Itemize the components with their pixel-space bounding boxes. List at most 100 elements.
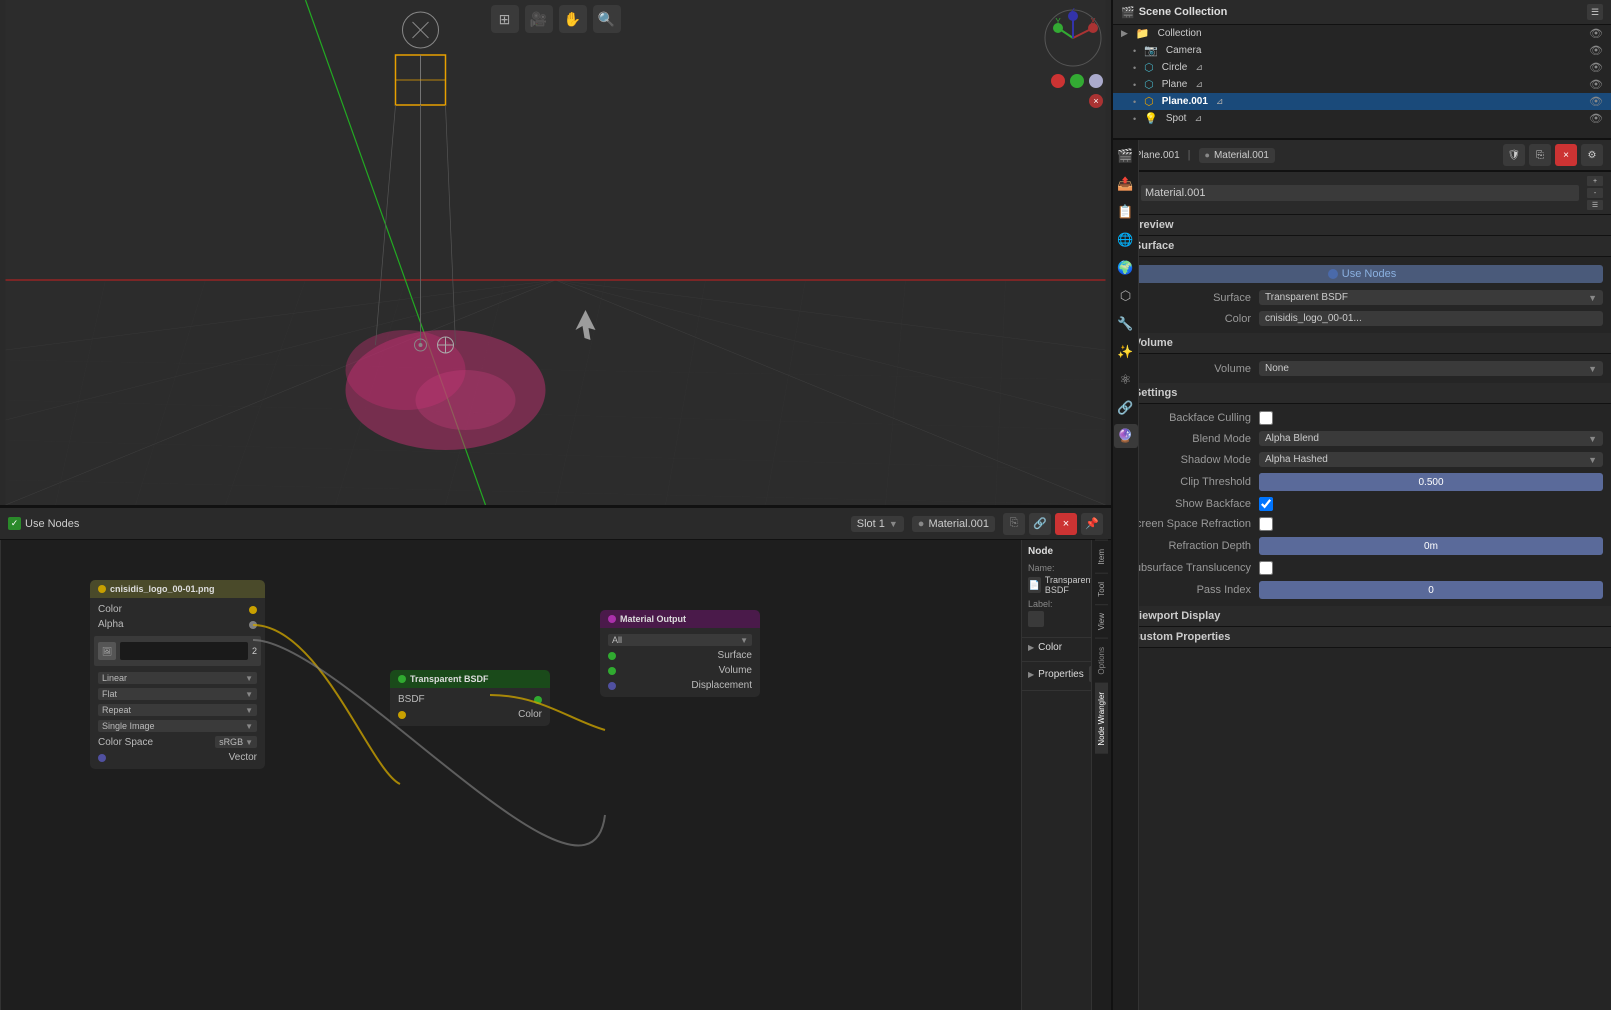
delete-mat-icon[interactable]: × [1555, 144, 1577, 166]
custom-properties-section-title[interactable]: ▶ Custom Properties [1113, 627, 1611, 648]
material-selector[interactable]: ● Material.001 [912, 516, 995, 532]
circle-eye-icon[interactable]: 👁 [1589, 61, 1603, 74]
modifier-icon[interactable]: 🔧 [1114, 312, 1138, 336]
use-nodes-checkbox[interactable]: ✓ [8, 517, 21, 530]
object-props-icon[interactable]: ⬡ [1114, 284, 1138, 308]
pass-index-slider[interactable]: 0 [1259, 581, 1603, 599]
copy-mat-icon[interactable]: ⎘ [1529, 144, 1551, 166]
material-props-icon[interactable]: 🔮 [1114, 424, 1138, 448]
use-nodes-label: Use Nodes [25, 518, 79, 530]
hand-icon[interactable]: ✋ [559, 5, 587, 33]
view-layer-icon[interactable]: 📋 [1114, 200, 1138, 224]
settings-section-title[interactable]: ▼ Settings [1113, 383, 1611, 404]
extension-label: Repeat [102, 705, 131, 715]
material-name-input[interactable] [1141, 185, 1579, 201]
axis-widget[interactable]: X Y Z [1043, 8, 1103, 68]
refraction-depth-label: Refraction Depth [1121, 540, 1251, 552]
collection-item-camera[interactable]: • 📷 Camera 👁 [1113, 42, 1611, 59]
list-expand-icon[interactable]: ☰ [1587, 200, 1603, 210]
backface-checkbox[interactable] [1259, 411, 1273, 425]
subsurface-checkbox[interactable] [1259, 561, 1273, 575]
clip-threshold-slider[interactable]: 0.500 [1259, 473, 1603, 491]
collection-item-plane[interactable]: • ⬡ Plane ⊿ 👁 [1113, 76, 1611, 93]
particles-icon[interactable]: ✨ [1114, 340, 1138, 364]
source-dropdown[interactable]: Single Image ▼ [98, 720, 257, 732]
colorspace-dropdown[interactable]: sRGB ▼ [215, 736, 257, 748]
world-icon[interactable]: 🌍 [1114, 256, 1138, 280]
color-arrow: ▶ [1028, 643, 1034, 652]
shield-icon[interactable]: 🛡 [1503, 144, 1525, 166]
slot-selector[interactable]: Slot 1 ▼ [851, 516, 904, 532]
surface-section-title[interactable]: ▼ Surface [1113, 236, 1611, 257]
surface-value-text: Transparent BSDF [1265, 292, 1348, 303]
surface-prop-value[interactable]: Transparent BSDF ▼ [1259, 290, 1603, 305]
use-nodes-button[interactable]: Use Nodes [1121, 265, 1603, 283]
close-btn[interactable]: × [1089, 94, 1103, 108]
clip-threshold-row: Clip Threshold 0.500 [1113, 470, 1611, 494]
render-icon[interactable]: 🎬 [1114, 144, 1138, 168]
scene-props-icon[interactable]: 🌐 [1114, 228, 1138, 252]
use-nodes-toggle[interactable]: ✓ Use Nodes [8, 517, 79, 530]
pin-icon[interactable]: 📌 [1081, 513, 1103, 535]
nav-dot-blue[interactable] [1089, 74, 1103, 88]
projection-dropdown[interactable]: Flat ▼ [98, 688, 257, 700]
filter-icon[interactable]: ☰ [1587, 4, 1603, 20]
show-backface-checkbox[interactable] [1259, 497, 1273, 511]
collection-eye-icon[interactable]: 👁 [1589, 27, 1603, 40]
output-volume-socket [608, 667, 616, 675]
camera-icon[interactable]: 🎥 [525, 5, 553, 33]
viewport-display-section-title[interactable]: ▶ Viewport Display [1113, 606, 1611, 627]
blend-mode-value[interactable]: Alpha Blend ▼ [1259, 431, 1603, 446]
backface-row: Backface Culling [1113, 408, 1611, 428]
color-value-text: cnisidis_logo_00-01... [1265, 313, 1362, 324]
copy-icon[interactable]: ⎘ [1003, 513, 1025, 535]
item-tab[interactable]: Item [1095, 540, 1108, 573]
physics-icon[interactable]: ⚛ [1114, 368, 1138, 392]
svg-text:Y: Y [1055, 17, 1061, 26]
collection-item-collection[interactable]: ▶ 📁 Collection 👁 [1113, 25, 1611, 42]
ssr-checkbox[interactable] [1259, 517, 1273, 531]
output-all-dropdown[interactable]: All ▼ [608, 634, 752, 646]
delete-icon[interactable]: × [1055, 513, 1077, 535]
volume-section-title[interactable]: ▼ Volume [1113, 333, 1611, 354]
shadow-mode-value[interactable]: Alpha Hashed ▼ [1259, 452, 1603, 467]
material-tab[interactable]: ● Material.001 [1199, 148, 1275, 163]
texture-node-dot [98, 585, 106, 593]
props-header-actions: 🛡 ⎘ × ⚙ [1503, 144, 1603, 166]
extension-dropdown[interactable]: Repeat ▼ [98, 704, 257, 716]
spot-eye-icon[interactable]: 👁 [1589, 112, 1603, 125]
plane-bullet: • [1133, 80, 1136, 90]
vector-socket [98, 754, 106, 762]
collection-item-circle[interactable]: • ⬡ Circle ⊿ 👁 [1113, 59, 1611, 76]
search-icon[interactable]: 🔍 [593, 5, 621, 33]
plane001-eye-icon[interactable]: 👁 [1589, 95, 1603, 108]
node-wrangler-tab[interactable]: Node Wrangler [1095, 683, 1108, 754]
tool-tab[interactable]: Tool [1095, 573, 1108, 605]
camera-eye-icon[interactable]: 👁 [1589, 44, 1603, 57]
plane-name: Plane [1162, 79, 1188, 90]
list-up-arrow[interactable]: + [1587, 176, 1603, 186]
volume-prop-value[interactable]: None ▼ [1259, 361, 1603, 376]
nav-dot-red[interactable] [1051, 74, 1065, 88]
collection-item-spot[interactable]: • 💡 Spot ⊿ 👁 [1113, 110, 1611, 127]
settings-mat-icon[interactable]: ⚙ [1581, 144, 1603, 166]
image-name-field[interactable] [120, 642, 248, 660]
list-down-arrow[interactable]: - [1587, 188, 1603, 198]
plane-eye-icon[interactable]: 👁 [1589, 78, 1603, 91]
volume-prop-label: Volume [1121, 363, 1251, 375]
bsdf-body: BSDF Color [390, 688, 550, 726]
grid-icon[interactable]: ⊞ [491, 5, 519, 33]
refraction-depth-slider[interactable]: 0m [1259, 537, 1603, 555]
output-props-icon[interactable]: 📤 [1114, 172, 1138, 196]
view-tab[interactable]: View [1095, 604, 1108, 638]
collection-item-plane001[interactable]: • ⬡ Plane.001 ⊿ 👁 [1113, 93, 1611, 110]
preview-section-title[interactable]: ▶ Preview [1113, 215, 1611, 236]
pass-index-text: 0 [1259, 581, 1603, 599]
interpolation-dropdown[interactable]: Linear ▼ [98, 672, 257, 684]
nav-dot-green[interactable] [1070, 74, 1084, 88]
options-tab[interactable]: Options [1095, 638, 1108, 683]
link-icon[interactable]: 🔗 [1029, 513, 1051, 535]
constraints-icon[interactable]: 🔗 [1114, 396, 1138, 420]
texture-image-selector[interactable]: 🖼 2 [94, 636, 261, 666]
color-prop-value[interactable]: cnisidis_logo_00-01... [1259, 311, 1603, 326]
